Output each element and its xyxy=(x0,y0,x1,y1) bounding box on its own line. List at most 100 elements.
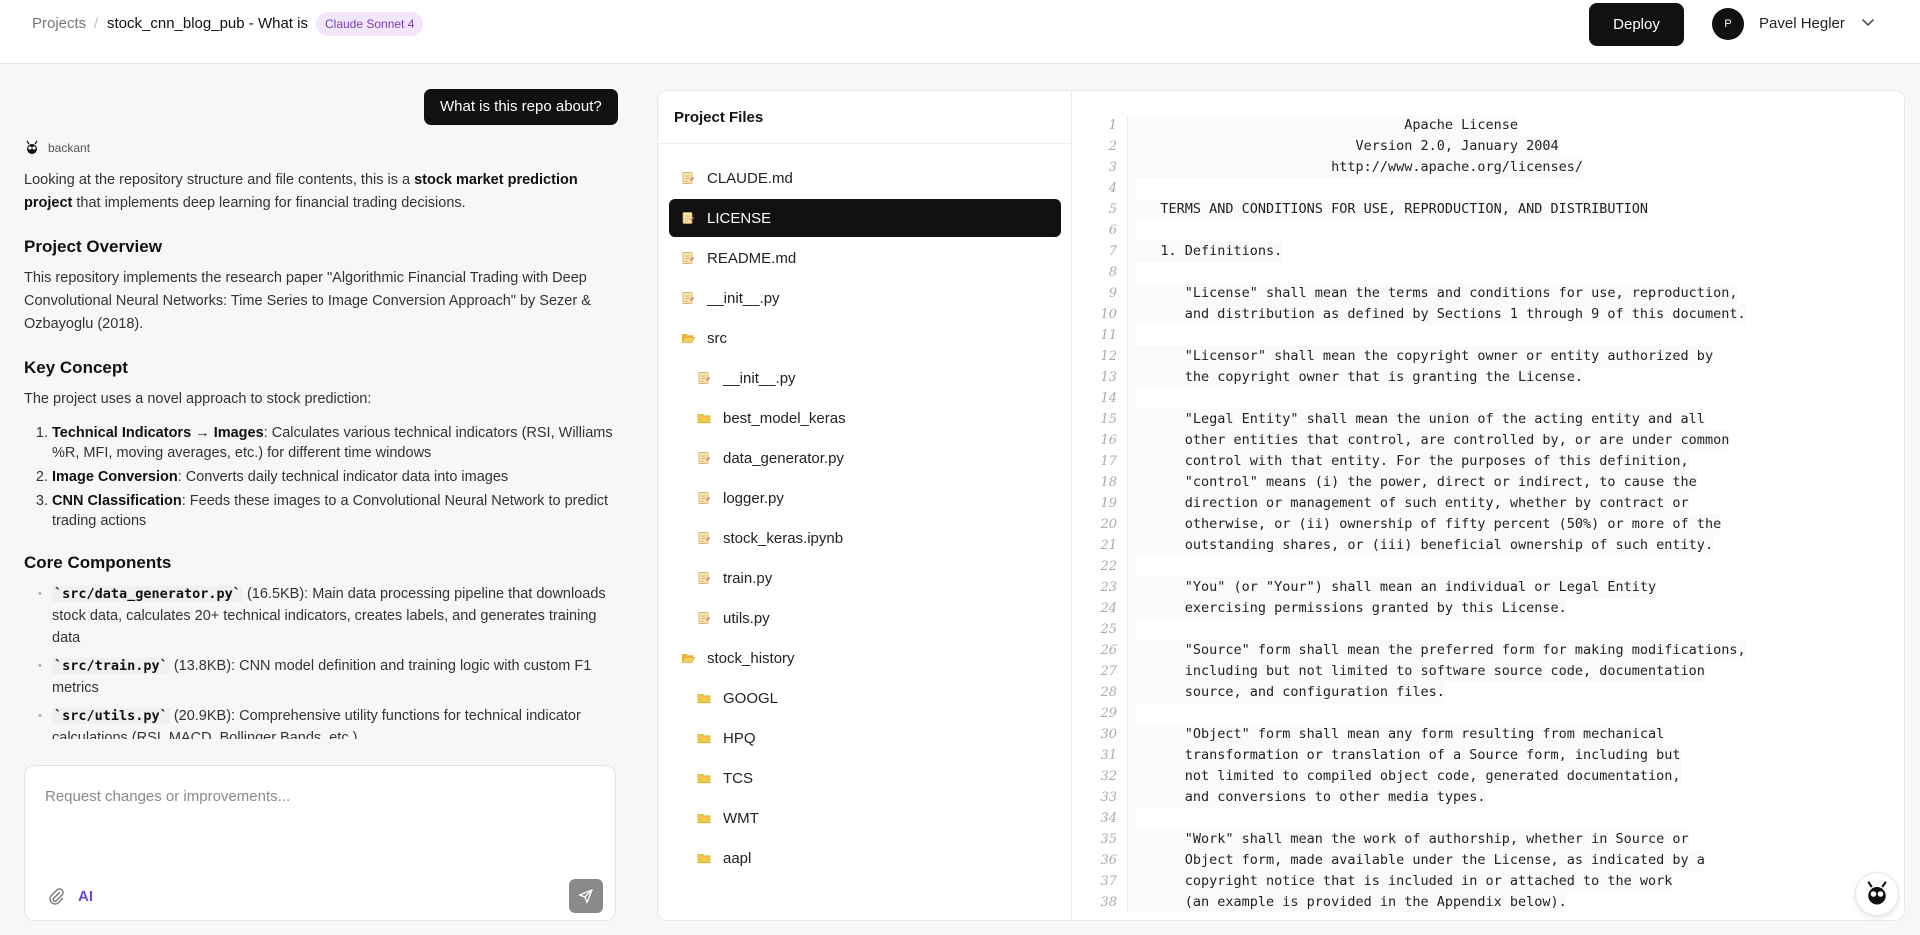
file-name: WMT xyxy=(723,809,759,827)
code-line: 1 Apache License xyxy=(1096,115,1886,136)
line-number: 17 xyxy=(1096,451,1128,472)
code-line: 31 transformation or translation of a So… xyxy=(1096,745,1886,766)
user-message: What is this repo about? xyxy=(424,89,618,125)
file-item[interactable]: __init__.py xyxy=(669,279,1061,317)
top-bar: Projects / stock_cnn_blog_pub - What is … xyxy=(0,0,1920,64)
code-line: 5 TERMS AND CONDITIONS FOR USE, REPRODUC… xyxy=(1096,199,1886,220)
code-lines: 1 Apache License 2 Version 2.0, January 2… xyxy=(1096,115,1886,913)
code-line: 32 not limited to compiled object code, … xyxy=(1096,766,1886,787)
line-number: 33 xyxy=(1096,787,1128,808)
line-text: "License" shall mean the terms and condi… xyxy=(1128,283,1738,304)
line-number: 18 xyxy=(1096,472,1128,493)
folder-item[interactable]: WMT xyxy=(669,799,1061,837)
line-number: 25 xyxy=(1096,619,1128,640)
list-item: `src/utils.py` (20.9KB): Comprehensive u… xyxy=(38,705,616,739)
line-text: not limited to compiled object code, gen… xyxy=(1128,766,1681,787)
code-line: 3 http://www.apache.org/licenses/ xyxy=(1096,157,1886,178)
divider xyxy=(658,143,1071,144)
file-item[interactable]: data_generator.py xyxy=(669,439,1061,477)
code-line: 4 xyxy=(1096,178,1886,199)
line-text: "control" means (i) the power, direct or… xyxy=(1128,472,1697,493)
file-name: README.md xyxy=(707,249,797,267)
overview-text: This repository implements the research … xyxy=(24,270,591,332)
file-item[interactable]: utils.py xyxy=(669,599,1061,637)
file-item[interactable]: CLAUDE.md xyxy=(669,159,1061,197)
folder-icon xyxy=(697,414,711,424)
line-number: 16 xyxy=(1096,430,1128,451)
line-text xyxy=(1128,388,1136,409)
line-number: 11 xyxy=(1096,325,1128,346)
code-line: 34 xyxy=(1096,808,1886,829)
folder-item[interactable]: TCS xyxy=(669,759,1061,797)
file-item[interactable]: stock_keras.ipynb xyxy=(669,519,1061,557)
line-number: 19 xyxy=(1096,493,1128,514)
file-icon xyxy=(698,492,710,504)
file-item[interactable]: logger.py xyxy=(669,479,1061,517)
file-name: __init__.py xyxy=(723,369,796,387)
line-number: 6 xyxy=(1096,220,1128,241)
user-name[interactable]: Pavel Hegler xyxy=(1759,15,1845,32)
request-input[interactable] xyxy=(45,788,585,805)
file-name: stock_keras.ipynb xyxy=(723,529,844,547)
line-number: 24 xyxy=(1096,598,1128,619)
folder-item[interactable]: GOOGL xyxy=(669,679,1061,717)
line-text: including but not limited to software so… xyxy=(1128,661,1705,682)
chat-panel: What is this repo about? backant Looking… xyxy=(0,65,640,935)
overview-heading: Project Overview xyxy=(24,237,162,256)
bot-icon xyxy=(1867,881,1887,905)
folder-item[interactable]: best_model_keras xyxy=(669,399,1061,437)
file-icon xyxy=(698,572,710,584)
line-text: http://www.apache.org/licenses/ xyxy=(1128,157,1584,178)
folder-item[interactable]: aapl xyxy=(669,839,1061,877)
line-text: 1. Definitions. xyxy=(1128,241,1283,262)
chevron-down-icon[interactable] xyxy=(1860,14,1876,30)
code-line: 13 the copyright owner that is granting … xyxy=(1096,367,1886,388)
assistant-launcher[interactable] xyxy=(1855,872,1899,916)
folder-item[interactable]: src xyxy=(669,319,1061,357)
line-number: 13 xyxy=(1096,367,1128,388)
code-line: 8 xyxy=(1096,262,1886,283)
code-line: 18 "control" means (i) the power, direct… xyxy=(1096,472,1886,493)
file-item[interactable]: README.md xyxy=(669,239,1061,277)
line-text: "You" (or "Your") shall mean an individu… xyxy=(1128,577,1657,598)
breadcrumb-projects[interactable]: Projects xyxy=(32,15,86,32)
line-text: Version 2.0, January 2004 xyxy=(1128,136,1559,157)
code-line: 29 xyxy=(1096,703,1886,724)
line-number: 21 xyxy=(1096,535,1128,556)
line-number: 20 xyxy=(1096,514,1128,535)
deploy-button[interactable]: Deploy xyxy=(1589,3,1684,46)
line-text xyxy=(1128,178,1136,199)
ai-toggle[interactable]: AI xyxy=(78,888,93,905)
project-files-title: Project Files xyxy=(674,109,764,126)
folder-icon xyxy=(697,694,711,704)
line-number: 14 xyxy=(1096,388,1128,409)
line-number: 3 xyxy=(1096,157,1128,178)
file-icon xyxy=(698,612,710,624)
code-line: 2 Version 2.0, January 2004 xyxy=(1096,136,1886,157)
line-number: 9 xyxy=(1096,283,1128,304)
project-files-panel: Project Files CLAUDE.md LICENSE README.md _… xyxy=(657,90,1072,921)
code-line: 38 (an example is provided in the Append… xyxy=(1096,892,1886,913)
breadcrumb-separator: / xyxy=(94,15,99,32)
paperclip-icon[interactable] xyxy=(47,887,65,905)
file-icon xyxy=(682,252,694,264)
line-number: 27 xyxy=(1096,661,1128,682)
bot-icon xyxy=(26,140,38,154)
file-item[interactable]: train.py xyxy=(669,559,1061,597)
line-text: copyright notice that is included in or … xyxy=(1128,871,1673,892)
file-name: best_model_keras xyxy=(723,409,846,427)
send-button[interactable] xyxy=(569,879,603,913)
line-number: 4 xyxy=(1096,178,1128,199)
line-number: 12 xyxy=(1096,346,1128,367)
file-item[interactable]: __init__.py xyxy=(669,359,1061,397)
code-line: 12 "Licensor" shall mean the copyright o… xyxy=(1096,346,1886,367)
code-line: 21 outstanding shares, or (iii) benefici… xyxy=(1096,535,1886,556)
folder-item[interactable]: stock_history xyxy=(669,639,1061,677)
avatar[interactable]: P xyxy=(1712,8,1744,40)
project-title: stock_cnn_blog_pub - What is xyxy=(107,15,308,32)
line-text: "Work" shall mean the work of authorship… xyxy=(1128,829,1689,850)
folder-open-icon xyxy=(681,334,695,343)
file-icon xyxy=(698,452,710,464)
file-item[interactable]: LICENSE xyxy=(669,199,1061,237)
folder-item[interactable]: HPQ xyxy=(669,719,1061,757)
